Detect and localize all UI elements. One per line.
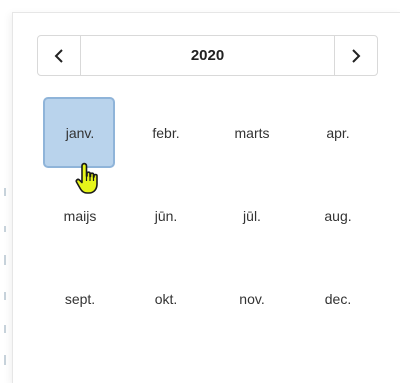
month-label: marts [234, 125, 270, 141]
month-december[interactable]: dec. [295, 259, 381, 342]
month-label: febr. [152, 125, 180, 141]
background-edge [0, 0, 6, 383]
month-august[interactable]: aug. [295, 176, 381, 259]
month-label: sept. [64, 291, 96, 307]
month-june[interactable]: jūn. [123, 176, 209, 259]
hand-pointer-icon [75, 162, 98, 194]
month-april[interactable]: apr. [295, 93, 381, 176]
month-march[interactable]: marts [209, 93, 295, 176]
month-label: dec. [324, 291, 352, 307]
year-navigation: 2020 [37, 35, 378, 76]
month-label: janv. [65, 125, 95, 141]
month-label: jūl. [243, 208, 261, 224]
month-november[interactable]: nov. [209, 259, 295, 342]
page: 2020 janv. febr. marts apr. maijs jūn. j… [0, 0, 400, 383]
previous-year-button[interactable] [38, 36, 81, 75]
month-september[interactable]: sept. [37, 259, 123, 342]
month-label: apr. [326, 125, 350, 141]
month-label: nov. [239, 291, 265, 307]
chevron-left-icon [54, 48, 63, 63]
month-label: okt. [154, 291, 178, 307]
year-label[interactable]: 2020 [81, 36, 334, 75]
month-label: aug. [324, 208, 352, 224]
month-october[interactable]: okt. [123, 259, 209, 342]
month-label: maijs [63, 208, 97, 224]
chevron-right-icon [352, 48, 361, 63]
next-year-button[interactable] [334, 36, 377, 75]
month-label: jūn. [154, 208, 178, 224]
month-grid: janv. febr. marts apr. maijs jūn. jūl. a… [37, 93, 381, 342]
month-picker-popup: 2020 janv. febr. marts apr. maijs jūn. j… [12, 12, 400, 383]
month-july[interactable]: jūl. [209, 176, 295, 259]
month-february[interactable]: febr. [123, 93, 209, 176]
